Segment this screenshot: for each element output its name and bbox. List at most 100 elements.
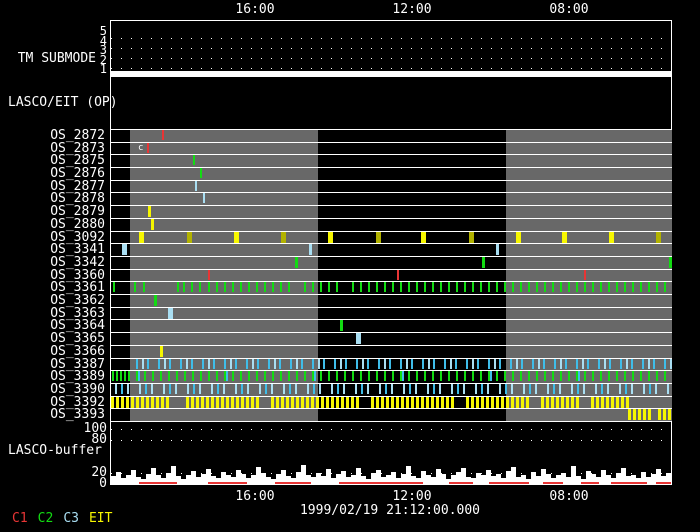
- event-tick: [491, 396, 494, 408]
- event-tick: [427, 383, 429, 394]
- event-tick: [624, 282, 626, 293]
- event-tick: [648, 282, 650, 293]
- os-row: [111, 217, 672, 231]
- event-tick: [116, 371, 118, 382]
- ops-window-band: [130, 320, 318, 333]
- dotted-gridline: [111, 38, 671, 39]
- event-tick: [224, 358, 226, 369]
- event-tick: [488, 358, 490, 369]
- time-label: 08:00: [549, 2, 589, 17]
- event-tick: [511, 383, 513, 394]
- event-tick: [384, 282, 386, 293]
- event-tick: [232, 282, 234, 293]
- baseline-marker: [339, 482, 423, 484]
- event-tick: [667, 383, 669, 394]
- datetime-stamp: 1999/02/19 21:12:00.000: [299, 503, 480, 518]
- event-tick: [658, 409, 661, 421]
- event-tick: [378, 358, 380, 369]
- event-tick: [486, 396, 489, 408]
- dotted-gridline: [111, 68, 671, 69]
- event-tick: [168, 371, 170, 382]
- event-tick: [361, 383, 363, 394]
- os-row: [111, 319, 672, 333]
- event-tick: [224, 282, 226, 293]
- event-tick: [128, 371, 130, 382]
- event-tick: [396, 396, 399, 408]
- event-tick: [568, 371, 570, 382]
- event-tick: [576, 371, 578, 382]
- event-tick: [175, 383, 177, 394]
- event-tick: [235, 358, 237, 369]
- os-row: [111, 179, 672, 193]
- event-tick: [331, 396, 334, 408]
- event-tick: [147, 358, 149, 369]
- event-tick: [312, 371, 314, 382]
- event-tick: [257, 358, 259, 369]
- time-label: 12:00: [392, 489, 432, 504]
- event-tick: [136, 358, 138, 369]
- event-tick: [166, 396, 169, 408]
- event-tick: [121, 396, 124, 408]
- event-tick: [183, 282, 185, 293]
- event-tick: [664, 358, 666, 369]
- event-tick: [274, 358, 276, 369]
- event-tick: [536, 371, 538, 382]
- ops-window-band: [130, 295, 318, 307]
- baseline-marker: [208, 482, 247, 484]
- event-tick: [208, 371, 210, 382]
- event-tick: [609, 358, 611, 369]
- event-tick: [240, 282, 242, 293]
- event-tick: [367, 358, 369, 369]
- event-tick: [432, 371, 434, 382]
- event-tick: [236, 396, 239, 408]
- event-tick: [139, 231, 144, 243]
- event-tick: [296, 358, 298, 369]
- event-tick: [290, 358, 292, 369]
- event-tick: [601, 396, 604, 408]
- baseline-marker: [449, 482, 473, 484]
- event-tick: [608, 282, 610, 293]
- event-tick: [147, 142, 149, 153]
- event-tick: [246, 358, 248, 369]
- event-tick: [625, 383, 627, 394]
- event-tick: [304, 371, 306, 382]
- event-tick: [196, 396, 199, 408]
- event-tick: [433, 383, 435, 394]
- os-row: [111, 192, 672, 206]
- event-tick: [154, 295, 157, 307]
- lasco-buffer-scale: 100 80 20 0: [58, 0, 107, 532]
- event-tick: [456, 371, 458, 382]
- event-tick: [323, 358, 325, 369]
- event-tick: [411, 396, 414, 408]
- event-tick: [160, 371, 162, 382]
- event-tick: [546, 396, 549, 408]
- event-tick: [191, 358, 193, 369]
- event-tick: [450, 358, 452, 369]
- event-tick: [248, 282, 250, 293]
- event-tick: [499, 358, 501, 369]
- event-tick: [276, 396, 279, 408]
- event-tick: [376, 371, 378, 382]
- event-tick: [316, 396, 319, 408]
- event-tick: [126, 396, 129, 408]
- ops-window-band: [506, 231, 672, 244]
- legend-item-c2: C2: [37, 511, 54, 526]
- event-note: c: [138, 142, 144, 153]
- event-tick: [466, 396, 469, 408]
- event-tick: [318, 358, 320, 369]
- event-tick: [552, 371, 554, 382]
- event-tick: [288, 371, 290, 382]
- ops-window-band: [130, 307, 318, 320]
- event-tick: [561, 396, 564, 408]
- event-tick: [496, 371, 498, 382]
- event-tick: [265, 383, 267, 394]
- time-label: 08:00: [549, 489, 589, 504]
- event-tick: [554, 358, 556, 369]
- event-tick: [148, 206, 151, 218]
- event-tick: [633, 409, 636, 421]
- event-tick: [643, 409, 646, 421]
- ops-window-band: [130, 269, 318, 282]
- ops-window-band: [506, 218, 672, 231]
- event-tick: [406, 396, 409, 408]
- event-tick: [512, 371, 514, 382]
